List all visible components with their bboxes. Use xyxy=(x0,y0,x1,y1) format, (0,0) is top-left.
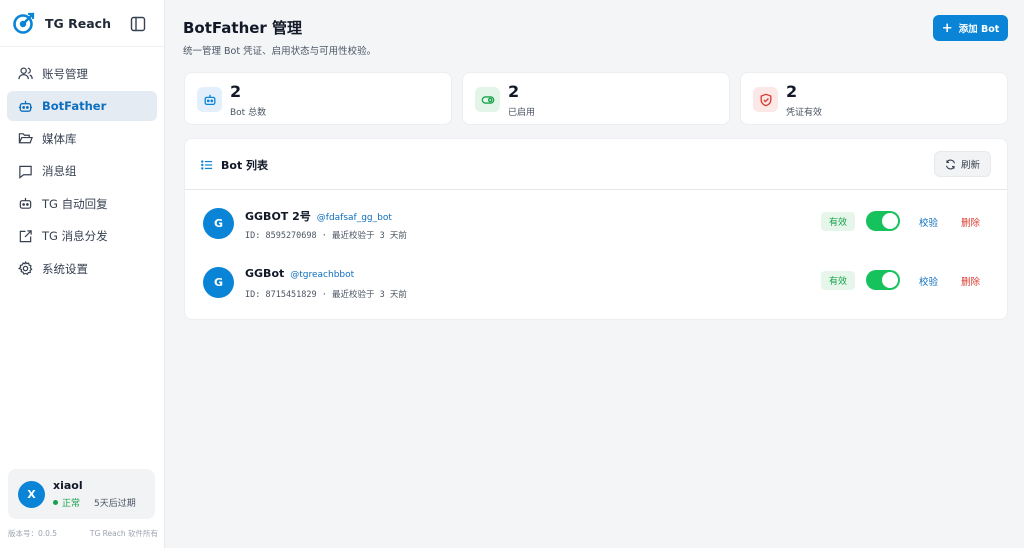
sidebar-item-auto-reply[interactable]: TG 自动回复 xyxy=(7,189,157,219)
verify-button[interactable]: 校验 xyxy=(919,215,938,229)
version-text: 版本号：0.0.5 xyxy=(8,529,58,538)
sidebar-item-settings[interactable]: 系统设置 xyxy=(7,254,157,284)
stat-card-total: 2 Bot 总数 xyxy=(184,72,452,125)
brand: TG Reach xyxy=(0,0,164,47)
stat-label: 已启用 xyxy=(508,108,536,118)
stat-card-enabled: 2 已启用 xyxy=(462,72,730,125)
logo-icon xyxy=(13,12,35,34)
bot-icon xyxy=(18,99,33,114)
sidebar: TG Reach 账号管理 BotFather 媒体库 消息组 TG 自动回复 … xyxy=(0,0,165,548)
sidebar-nav: 账号管理 BotFather 媒体库 消息组 TG 自动回复 TG 消息分发 系… xyxy=(0,47,164,284)
verify-button[interactable]: 校验 xyxy=(919,274,938,288)
status-badge: 有效 xyxy=(821,271,855,290)
refresh-label: 刷新 xyxy=(960,160,980,171)
panel-title: Bot 列表 xyxy=(201,157,268,173)
status-badge: 有效 xyxy=(821,212,855,231)
sidebar-toggle-icon[interactable] xyxy=(129,15,146,32)
stat-label: 凭证有效 xyxy=(786,108,823,118)
bot-reply-icon xyxy=(18,196,33,211)
enable-toggle[interactable] xyxy=(866,211,900,231)
user-name: xiaol xyxy=(53,479,83,492)
add-bot-button[interactable]: + 添加 Bot xyxy=(933,15,1008,41)
users-icon xyxy=(18,66,33,81)
bot-username: @tgreachbbot xyxy=(290,270,355,280)
gear-icon xyxy=(18,261,33,276)
plus-icon: + xyxy=(941,20,953,36)
stat-value: 2 xyxy=(508,82,520,101)
main-content: BotFather 管理 统一管理 Bot 凭证、启用状态与可用性校验。 + 添… xyxy=(166,0,1024,548)
enable-toggle[interactable] xyxy=(866,270,900,290)
stat-label: Bot 总数 xyxy=(230,108,267,118)
refresh-button[interactable]: 刷新 xyxy=(934,151,991,177)
panel-header: Bot 列表 刷新 xyxy=(185,139,1007,190)
stat-value: 2 xyxy=(786,82,798,101)
list-icon xyxy=(201,159,213,171)
sidebar-item-label: TG 自动回复 xyxy=(42,196,108,211)
user-status: 正常 5天后过期 xyxy=(53,496,136,509)
share-icon xyxy=(18,229,33,244)
sidebar-item-label: 媒体库 xyxy=(42,131,77,146)
toggle-icon xyxy=(475,87,500,112)
stat-value: 2 xyxy=(230,82,242,101)
bot-name-line: GGBOT 2号 @fdafsaf_gg_bot xyxy=(245,208,392,224)
expiry-text: 5天后过期 xyxy=(94,499,136,509)
sidebar-item-media[interactable]: 媒体库 xyxy=(7,124,157,154)
bot-icon xyxy=(197,87,222,112)
folder-icon xyxy=(18,131,33,146)
panel-title-label: Bot 列表 xyxy=(221,159,269,172)
sidebar-item-label: 系统设置 xyxy=(42,261,88,276)
message-icon xyxy=(18,164,33,179)
bot-name-line: GGBot @tgreachbbot xyxy=(245,267,354,280)
status-text: 正常 xyxy=(62,499,81,509)
toggle-knob xyxy=(882,213,898,229)
page-title: BotFather 管理 xyxy=(183,19,303,37)
app-name: TG Reach xyxy=(45,15,111,31)
shield-icon xyxy=(753,87,778,112)
sidebar-item-label: TG 消息分发 xyxy=(42,229,108,243)
bot-meta: ID: 8715451829 · 最近校验于 3 天前 xyxy=(245,290,407,300)
avatar: X xyxy=(18,480,45,508)
add-bot-label: 添加 Bot xyxy=(958,24,1000,35)
user-card[interactable]: X xiaol 正常 5天后过期 xyxy=(8,469,155,519)
sidebar-item-botfather[interactable]: BotFather xyxy=(7,91,157,121)
bot-name: GGBOT 2号 xyxy=(245,210,311,223)
avatar: G xyxy=(203,208,234,239)
toggle-knob xyxy=(882,272,898,288)
user-info: xiaol 正常 5天后过期 xyxy=(53,479,136,509)
sidebar-item-dispatch[interactable]: TG 消息分发 xyxy=(7,221,157,251)
bot-list-panel: Bot 列表 刷新 G GGBOT 2号 @fdafsaf_gg_bot ID: … xyxy=(184,138,1008,320)
sidebar-item-message-groups[interactable]: 消息组 xyxy=(7,156,157,186)
copyright-text: TG Reach 软件所有 xyxy=(89,529,158,538)
bot-row: G GGBOT 2号 @fdafsaf_gg_bot ID: 8595270698… xyxy=(185,194,1009,254)
sidebar-item-accounts[interactable]: 账号管理 xyxy=(7,59,157,89)
status-dot-icon xyxy=(53,500,58,505)
sidebar-footer: 版本号：0.0.5 TG Reach 软件所有 xyxy=(8,528,158,539)
sidebar-item-label: 账号管理 xyxy=(42,66,88,81)
page-subtitle: 统一管理 Bot 凭证、启用状态与可用性校验。 xyxy=(183,46,377,57)
delete-button[interactable]: 删除 xyxy=(961,274,980,288)
bot-row: G GGBot @tgreachbbot ID: 8715451829 · 最近校… xyxy=(185,253,1009,313)
bot-meta: ID: 8595270698 · 最近校验于 3 天前 xyxy=(245,231,407,241)
delete-button[interactable]: 删除 xyxy=(961,215,980,229)
sidebar-item-label: 消息组 xyxy=(42,164,77,178)
sidebar-item-label: BotFather xyxy=(42,99,107,113)
bot-username: @fdafsaf_gg_bot xyxy=(316,213,392,223)
bot-name: GGBot xyxy=(245,267,285,280)
stat-card-valid: 2 凭证有效 xyxy=(740,72,1008,125)
avatar: G xyxy=(203,267,234,298)
refresh-icon xyxy=(945,159,956,170)
